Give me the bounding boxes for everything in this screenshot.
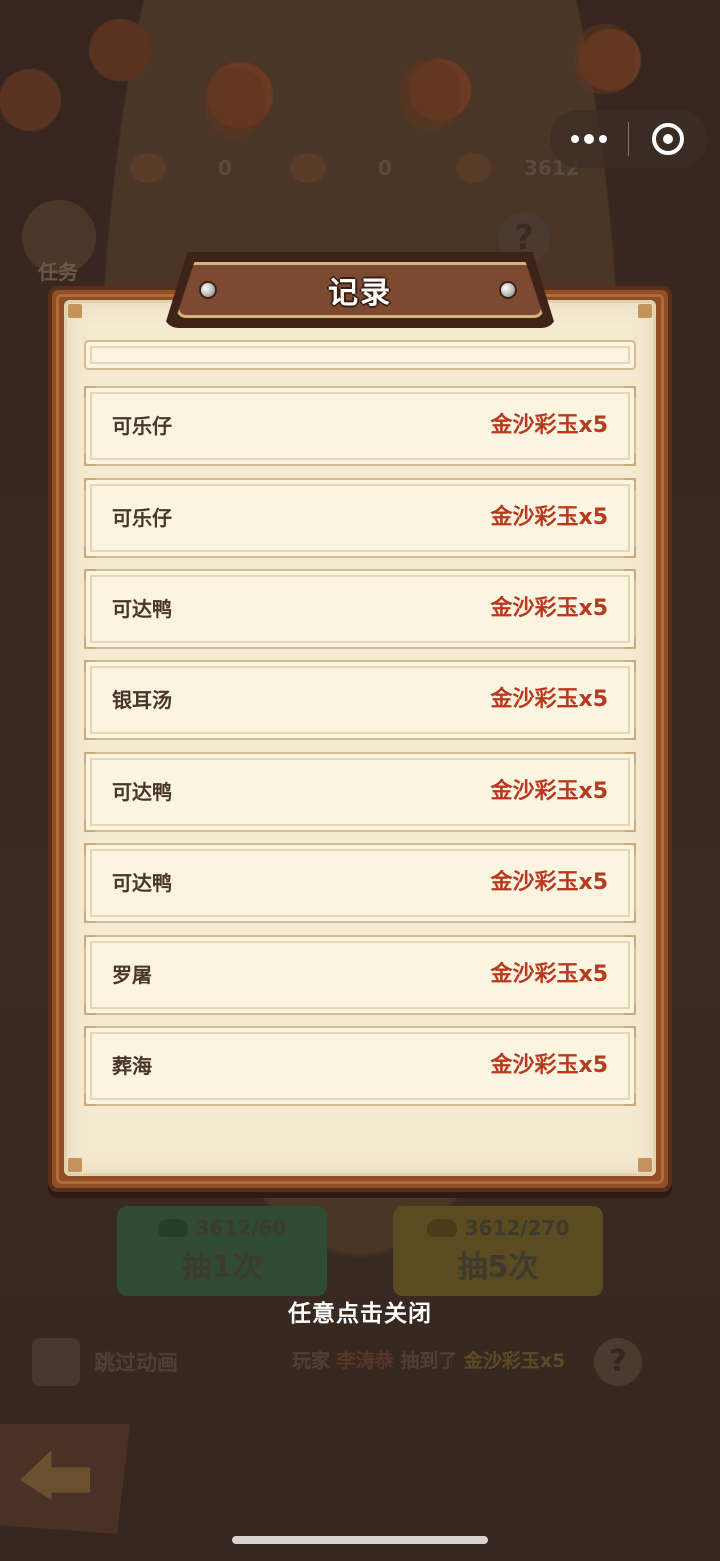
record-player-name: 罗屠 [112, 963, 152, 987]
gold-ingot-icon [157, 1219, 188, 1237]
task-label: 任务 [38, 260, 78, 284]
record-player-name: 可乐仔 [112, 506, 172, 530]
draw-five-cost: 3612/270 [464, 1216, 570, 1240]
close-miniprogram-icon[interactable] [629, 110, 707, 168]
record-row [84, 340, 636, 370]
draw-once-button[interactable]: 3612/60 抽1次 [117, 1206, 327, 1296]
resource-pouch: 0 [290, 148, 392, 188]
record-player-name: 银耳汤 [112, 688, 172, 712]
miniprogram-capsule [550, 110, 708, 168]
gold-ingot-icon [426, 1219, 457, 1237]
record-prize: 金沙彩玉x5 [490, 687, 609, 712]
record-row: 葬海 金沙彩玉x5 [84, 1026, 636, 1106]
record-player-name: 可达鸭 [112, 780, 172, 804]
ticker-player: 李涛恭 [336, 1350, 394, 1372]
record-prize: 金沙彩玉x5 [490, 779, 609, 804]
rivet-icon [199, 281, 217, 299]
back-arrow-icon [20, 1450, 90, 1500]
record-player-name: 葬海 [112, 1054, 152, 1078]
record-player-name: 可达鸭 [112, 871, 172, 895]
corner-ornament [638, 1158, 652, 1172]
skip-animation-checkbox[interactable] [32, 1338, 80, 1386]
back-button[interactable] [0, 1424, 130, 1534]
resource-gem: 0 [130, 148, 232, 188]
corner-ornament [638, 304, 652, 318]
skip-animation-toggle[interactable]: 跳过动画 [32, 1338, 178, 1386]
rivet-icon [499, 281, 517, 299]
record-prize: 金沙彩玉x5 [490, 413, 609, 438]
help-icon[interactable]: ? [594, 1338, 642, 1386]
record-player-name: 可乐仔 [112, 414, 172, 438]
skip-animation-label: 跳过动画 [94, 1351, 178, 1375]
gem-icon [130, 153, 166, 183]
resource-pouch-value: 0 [378, 156, 392, 180]
record-prize: 金沙彩玉x5 [490, 1053, 609, 1078]
ticker-verb: 抽到了 [400, 1350, 458, 1372]
record-player-name: 可达鸭 [112, 597, 172, 621]
more-options-icon[interactable] [550, 110, 628, 168]
record-prize: 金沙彩玉x5 [490, 505, 609, 530]
record-row: 银耳汤 金沙彩玉x5 [84, 660, 636, 740]
gold-ingot-icon [456, 153, 492, 183]
lantern-decoration [205, 68, 265, 138]
record-row: 罗屠 金沙彩玉x5 [84, 935, 636, 1015]
resource-bar: 0 0 3612 [120, 148, 590, 188]
ticker-prefix: 玩家 [292, 1350, 331, 1372]
draw-once-cost: 3612/60 [195, 1216, 287, 1240]
record-prize: 金沙彩玉x5 [490, 596, 609, 621]
record-row: 可乐仔 金沙彩玉x5 [84, 386, 636, 466]
lantern-decoration [400, 60, 460, 130]
ticker-prize: 金沙彩玉x5 [463, 1350, 566, 1372]
corner-ornament [68, 304, 82, 318]
lantern-decoration [575, 24, 635, 94]
record-list[interactable]: 可乐仔 金沙彩玉x5 可乐仔 金沙彩玉x5 可达鸭 金沙彩玉x5 银耳汤 金沙彩… [84, 340, 636, 1112]
tap-anywhere-to-close[interactable]: 任意点击关闭 [0, 1294, 720, 1328]
record-prize: 金沙彩玉x5 [490, 870, 609, 895]
record-row: 可达鸭 金沙彩玉x5 [84, 569, 636, 649]
draw-five-button[interactable]: 3612/270 抽5次 [393, 1206, 603, 1296]
draw-five-label: 抽5次 [457, 1250, 539, 1285]
draw-ticker: 玩家 李涛恭 抽到了 金沙彩玉x5 [292, 1346, 565, 1373]
record-row: 可达鸭 金沙彩玉x5 [84, 752, 636, 832]
modal-title: 记录 [328, 276, 392, 311]
coin-pouch-icon [290, 153, 326, 183]
record-prize: 金沙彩玉x5 [490, 962, 609, 987]
home-indicator [232, 1536, 488, 1544]
record-row: 可乐仔 金沙彩玉x5 [84, 478, 636, 558]
corner-ornament [68, 1158, 82, 1172]
resource-gem-value: 0 [218, 156, 232, 180]
record-row: 可达鸭 金沙彩玉x5 [84, 843, 636, 923]
draw-once-label: 抽1次 [181, 1250, 263, 1285]
